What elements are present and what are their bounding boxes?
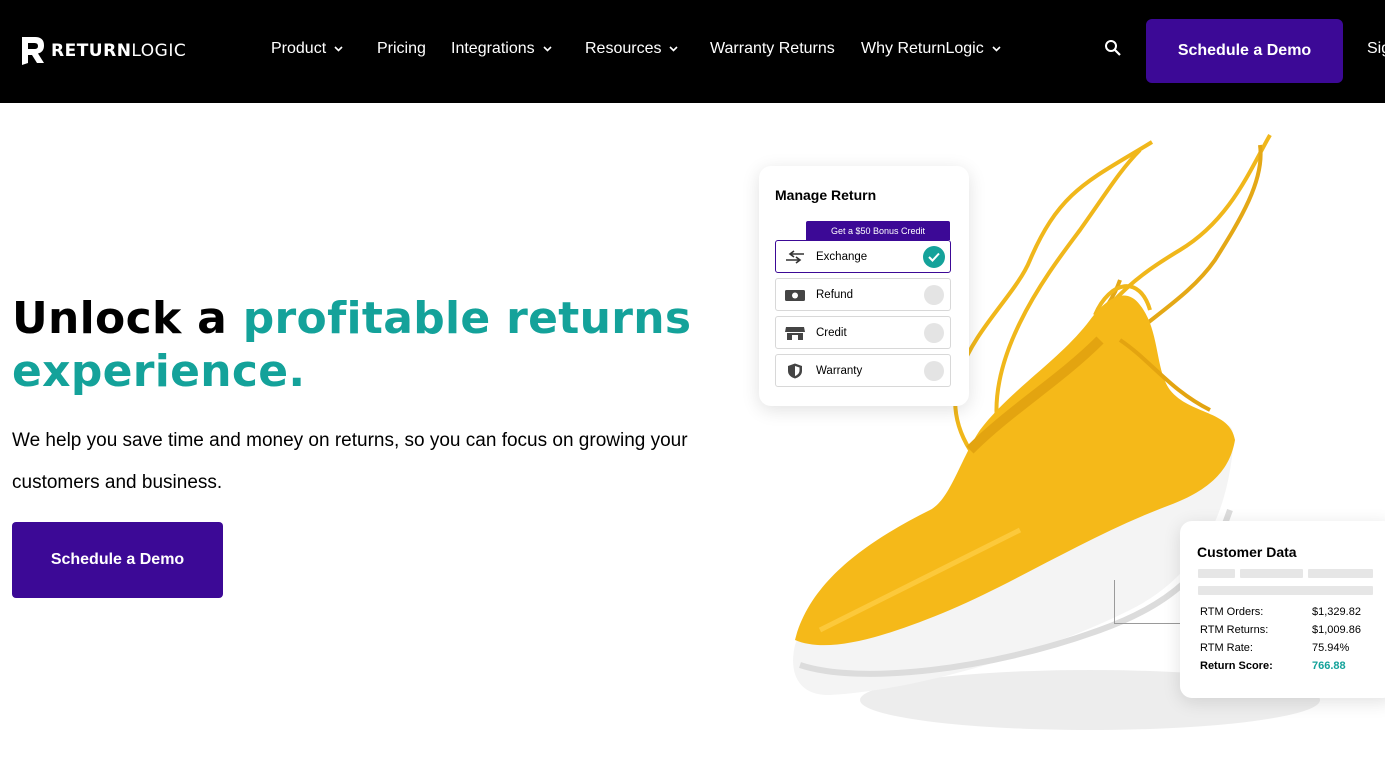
customer-data-card: Customer Data RTM Orders: $1,329.82 RTM …: [1180, 521, 1385, 698]
option-label: Credit: [816, 326, 847, 339]
nav-item-warranty-returns[interactable]: Warranty Returns: [710, 40, 835, 58]
data-row-value: $1,329.82: [1312, 606, 1361, 618]
schedule-demo-hero-button[interactable]: Schedule a Demo: [12, 522, 223, 598]
return-score-value: 766.88: [1312, 660, 1346, 672]
returnlogic-logo[interactable]: RETURNLOGIC: [20, 36, 186, 66]
placeholder-bar: [1308, 569, 1373, 578]
schedule-demo-nav-button[interactable]: Schedule a Demo: [1146, 19, 1343, 83]
placeholder-bar: [1198, 569, 1235, 578]
nav-item-label: Warranty Returns: [710, 40, 835, 57]
return-option-credit[interactable]: Credit: [775, 316, 951, 349]
hero-headline: Unlock a profitable returns experience.: [12, 292, 712, 398]
connector-line: [1114, 580, 1180, 624]
sign-in-link[interactable]: Sig: [1367, 40, 1385, 58]
radio-dot: [924, 322, 944, 343]
chevron-down-icon: [334, 46, 343, 52]
logo-text-bold: RETURN: [51, 41, 132, 61]
nav-item-why-returnlogic[interactable]: Why ReturnLogic: [861, 40, 1001, 58]
hero-subtext: We help you save time and money on retur…: [12, 430, 688, 493]
manage-return-title: Manage Return: [775, 187, 877, 203]
logo-text-light: LOGIC: [131, 41, 187, 61]
data-row-label: Return Score:: [1200, 660, 1273, 672]
data-row-label: RTM Returns:: [1200, 624, 1269, 636]
nav-item-label: Product: [271, 40, 327, 57]
return-option-warranty[interactable]: Warranty: [775, 354, 951, 387]
option-label: Exchange: [816, 250, 868, 263]
nav-item-label: Integrations: [451, 40, 535, 57]
headline-dark-part: Unlock a: [12, 293, 243, 344]
option-label: Warranty: [816, 364, 863, 377]
logo-mark-icon: [22, 37, 44, 65]
return-option-exchange[interactable]: Exchange: [775, 240, 951, 273]
top-nav: RETURNLOGIC Product Pricing Integrations…: [0, 0, 1385, 103]
nav-item-integrations[interactable]: Integrations: [451, 40, 552, 58]
data-row-value: 75.94%: [1312, 642, 1350, 654]
manage-return-card: Manage Return Get a $50 Bonus Credit Exc…: [759, 166, 969, 406]
option-label: Refund: [816, 288, 854, 301]
chevron-down-icon: [543, 46, 552, 52]
store-icon: [785, 326, 805, 340]
data-row-label: RTM Orders:: [1200, 606, 1264, 618]
nav-item-label: Resources: [585, 40, 662, 57]
radio-dot: [924, 284, 944, 305]
placeholder-bar: [1240, 569, 1303, 578]
nav-item-label: Why ReturnLogic: [861, 40, 984, 57]
exchange-arrows-icon: [786, 249, 804, 264]
shield-icon: [788, 363, 802, 378]
data-row-value: $1,009.86: [1312, 624, 1361, 636]
nav-item-product[interactable]: Product: [271, 40, 343, 58]
data-row-label: RTM Rate:: [1200, 642, 1253, 654]
check-icon: [923, 245, 945, 268]
chevron-down-icon: [669, 46, 679, 52]
nav-item-pricing[interactable]: Pricing: [377, 40, 426, 58]
radio-dot: [924, 360, 944, 381]
return-option-refund[interactable]: Refund: [775, 278, 951, 311]
money-bill-icon: [785, 289, 805, 301]
placeholder-bar: [1198, 586, 1373, 595]
chevron-down-icon: [992, 46, 1001, 52]
logo-text: RETURNLOGIC: [51, 41, 186, 61]
search-icon[interactable]: [1104, 39, 1122, 57]
nav-item-label: Pricing: [377, 40, 426, 57]
customer-data-title: Customer Data: [1197, 544, 1297, 560]
bonus-credit-badge: Get a $50 Bonus Credit: [806, 221, 950, 240]
nav-item-resources[interactable]: Resources: [585, 40, 679, 58]
